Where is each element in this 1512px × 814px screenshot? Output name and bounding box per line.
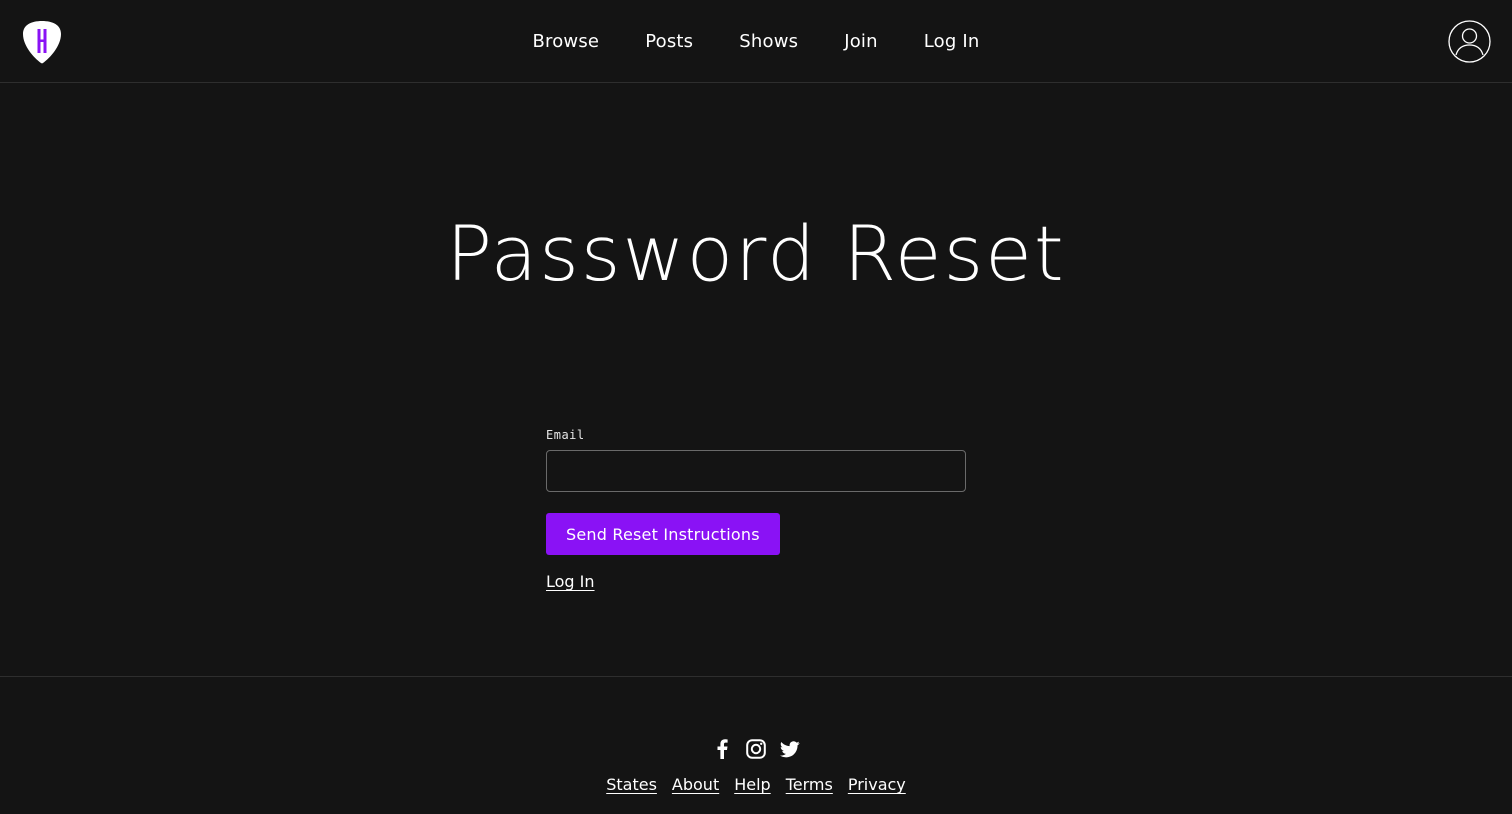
- facebook-icon: [717, 739, 728, 759]
- footer-links: States About Help Terms Privacy: [0, 775, 1512, 794]
- nav-log-in[interactable]: Log In: [901, 31, 1003, 52]
- nav-browse[interactable]: Browse: [509, 31, 622, 52]
- email-field[interactable]: [546, 450, 966, 492]
- twitter-link[interactable]: [780, 738, 800, 760]
- password-reset-form: Email Send Reset Instructions Log In: [546, 428, 966, 592]
- email-label: Email: [546, 428, 585, 442]
- nav-join[interactable]: Join: [821, 31, 901, 52]
- instagram-icon: [746, 739, 766, 759]
- log-in-link[interactable]: Log In: [546, 572, 595, 591]
- main-nav: Browse Posts Shows Join Log In: [0, 0, 1512, 83]
- footer-link-about[interactable]: About: [672, 775, 719, 794]
- nav-shows[interactable]: Shows: [716, 31, 821, 52]
- page-title: Password Reset: [446, 209, 1066, 298]
- nav-posts[interactable]: Posts: [622, 31, 716, 52]
- footer-link-terms[interactable]: Terms: [786, 775, 833, 794]
- site-footer: States About Help Terms Privacy: [0, 676, 1512, 814]
- social-links: [0, 738, 1512, 760]
- footer-link-states[interactable]: States: [606, 775, 657, 794]
- send-reset-instructions-button[interactable]: Send Reset Instructions: [546, 513, 780, 555]
- footer-link-help[interactable]: Help: [734, 775, 770, 794]
- account-avatar-button[interactable]: [1448, 20, 1491, 63]
- twitter-icon: [780, 740, 800, 757]
- site-header: Browse Posts Shows Join Log In: [0, 0, 1512, 83]
- facebook-link[interactable]: [712, 738, 732, 760]
- footer-link-privacy[interactable]: Privacy: [848, 775, 906, 794]
- instagram-link[interactable]: [746, 738, 766, 760]
- user-circle-icon: [1448, 20, 1491, 63]
